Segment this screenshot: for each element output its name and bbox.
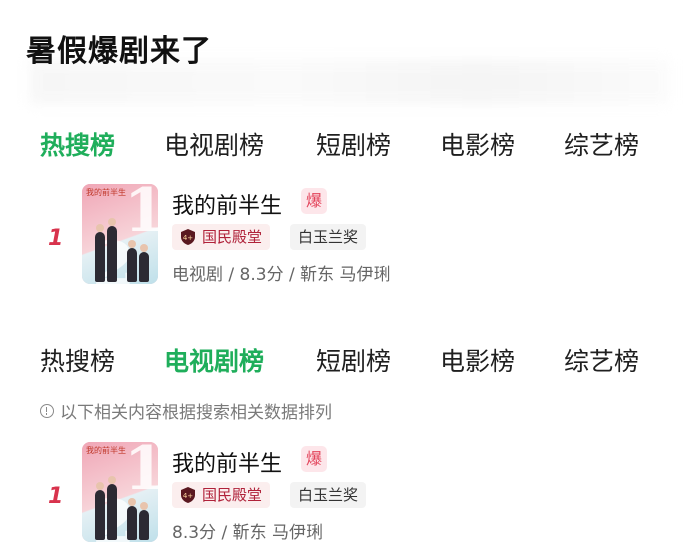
poster-image: 1 2 我的前半生 <box>82 442 158 542</box>
ranking-note: 以下相关内容根据搜索相关数据排列 <box>40 398 332 423</box>
item-meta: 电视剧 / 8.3分 / 靳东 马伊琍 <box>172 265 391 285</box>
prize-tag: 白玉兰奖 <box>290 224 367 250</box>
svg-text:4+: 4+ <box>183 492 193 500</box>
list-item-2[interactable]: 1 1 2 我的前半生 我的前半生 爆 4+ 国民殿堂 白玉兰奖 8.3分 / … <box>0 442 690 552</box>
tab-movie[interactable]: 电影榜 <box>440 126 515 162</box>
svg-text:4+: 4+ <box>183 234 193 242</box>
tab-hot-search[interactable]: 热搜榜 <box>40 342 115 378</box>
page-title: 暑假爆剧来了 <box>26 34 212 69</box>
shield-icon: 4+ <box>181 487 195 503</box>
info-icon <box>40 403 54 418</box>
rank-number: 1 <box>48 484 64 509</box>
award-tag-label: 国民殿堂 <box>202 228 263 246</box>
rank-number: 1 <box>48 226 64 251</box>
tab-hot-search[interactable]: 热搜榜 <box>40 126 115 162</box>
tab-tv-series[interactable]: 电视剧榜 <box>164 126 264 162</box>
hot-badge: 爆 <box>301 188 327 214</box>
award-tag: 4+ 国民殿堂 <box>172 224 271 250</box>
prize-tag: 白玉兰奖 <box>290 482 367 508</box>
tab-short-drama[interactable]: 短剧榜 <box>316 342 391 378</box>
award-tag-label: 国民殿堂 <box>202 486 263 504</box>
item-meta: 8.3分 / 靳东 马伊琍 <box>172 523 323 543</box>
tab-tv-series[interactable]: 电视剧榜 <box>164 342 264 378</box>
item-title: 我的前半生 <box>172 452 283 477</box>
hot-badge: 爆 <box>301 446 327 472</box>
poster-image: 1 2 我的前半生 <box>82 184 158 284</box>
item-title: 我的前半生 <box>172 194 283 219</box>
list-item-1[interactable]: 1 1 2 我的前半生 我的前半生 爆 4+ 国民殿堂 白玉兰奖 电视剧 / 8… <box>0 184 690 294</box>
award-tag: 4+ 国民殿堂 <box>172 482 271 508</box>
tab-variety[interactable]: 综艺榜 <box>564 126 639 162</box>
tab-movie[interactable]: 电影榜 <box>440 342 515 378</box>
tab-short-drama[interactable]: 短剧榜 <box>316 126 391 162</box>
ranking-tabs-1: 热搜榜 电视剧榜 短剧榜 电影榜 综艺榜 <box>0 126 690 166</box>
poster-caption: 我的前半生 <box>86 446 126 455</box>
ranking-note-text: 以下相关内容根据搜索相关数据排列 <box>60 403 332 423</box>
poster-caption: 我的前半生 <box>86 188 126 197</box>
ranking-tabs-2: 热搜榜 电视剧榜 短剧榜 电影榜 综艺榜 <box>0 342 690 382</box>
shield-icon: 4+ <box>181 229 195 245</box>
tab-variety[interactable]: 综艺榜 <box>564 342 639 378</box>
